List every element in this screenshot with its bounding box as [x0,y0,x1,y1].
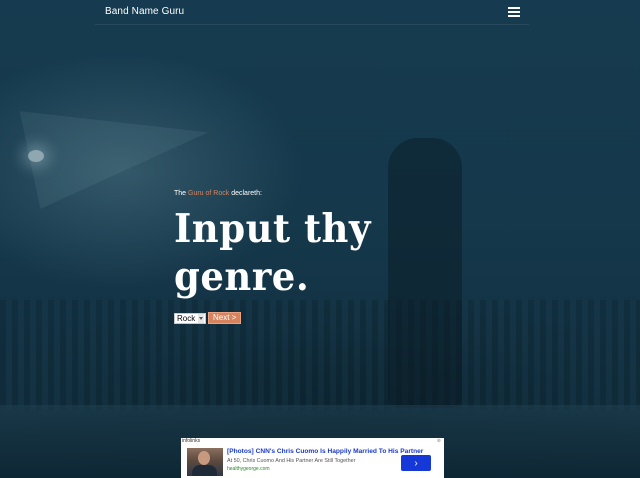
ad-domain: healthygeorge.com [227,466,270,472]
genre-select-value: Rock [177,313,196,323]
menu-icon-bar [508,15,520,17]
ad-description: At 50, Chris Cuomo And His Partner Are S… [227,458,356,464]
brand-link[interactable]: Band Name Guru [105,6,184,17]
ad-thumbnail[interactable] [187,448,223,476]
ad-thumbnail-body [192,465,217,476]
next-button[interactable]: Next > [208,312,242,324]
spotlight-beam [19,73,217,209]
ad-source-label: infolinks [182,438,201,444]
genre-form: The Guru of Rock declareth: Input thy ge… [174,190,474,324]
navbar: Band Name Guru [95,0,529,25]
menu-icon-bar [508,7,520,9]
menu-icon[interactable] [508,7,520,17]
page-title: Input thy genre. [174,205,371,300]
spotlight [28,150,44,162]
chevron-down-icon [198,313,204,323]
declaration-text: The Guru of Rock declareth: [174,190,474,198]
declaration-suffix: declareth: [229,190,262,197]
genre-select[interactable]: Rock [174,312,206,324]
declaration-prefix: The [174,190,189,197]
ad-thumbnail-face [198,451,210,465]
chevron-right-icon: › [414,457,418,469]
form-controls: Rock Next > [174,312,474,324]
ad-go-button[interactable]: › [401,455,431,471]
close-icon[interactable]: ⊗ [437,438,441,444]
ad-banner[interactable]: infolinks ⊗ [Photos] CNN's Chris Cuomo I… [181,438,444,478]
ad-title[interactable]: [Photos] CNN's Chris Cuomo Is Happily Ma… [227,448,423,455]
menu-icon-bar [508,11,520,13]
guru-link[interactable]: Guru of Rock [188,190,229,197]
